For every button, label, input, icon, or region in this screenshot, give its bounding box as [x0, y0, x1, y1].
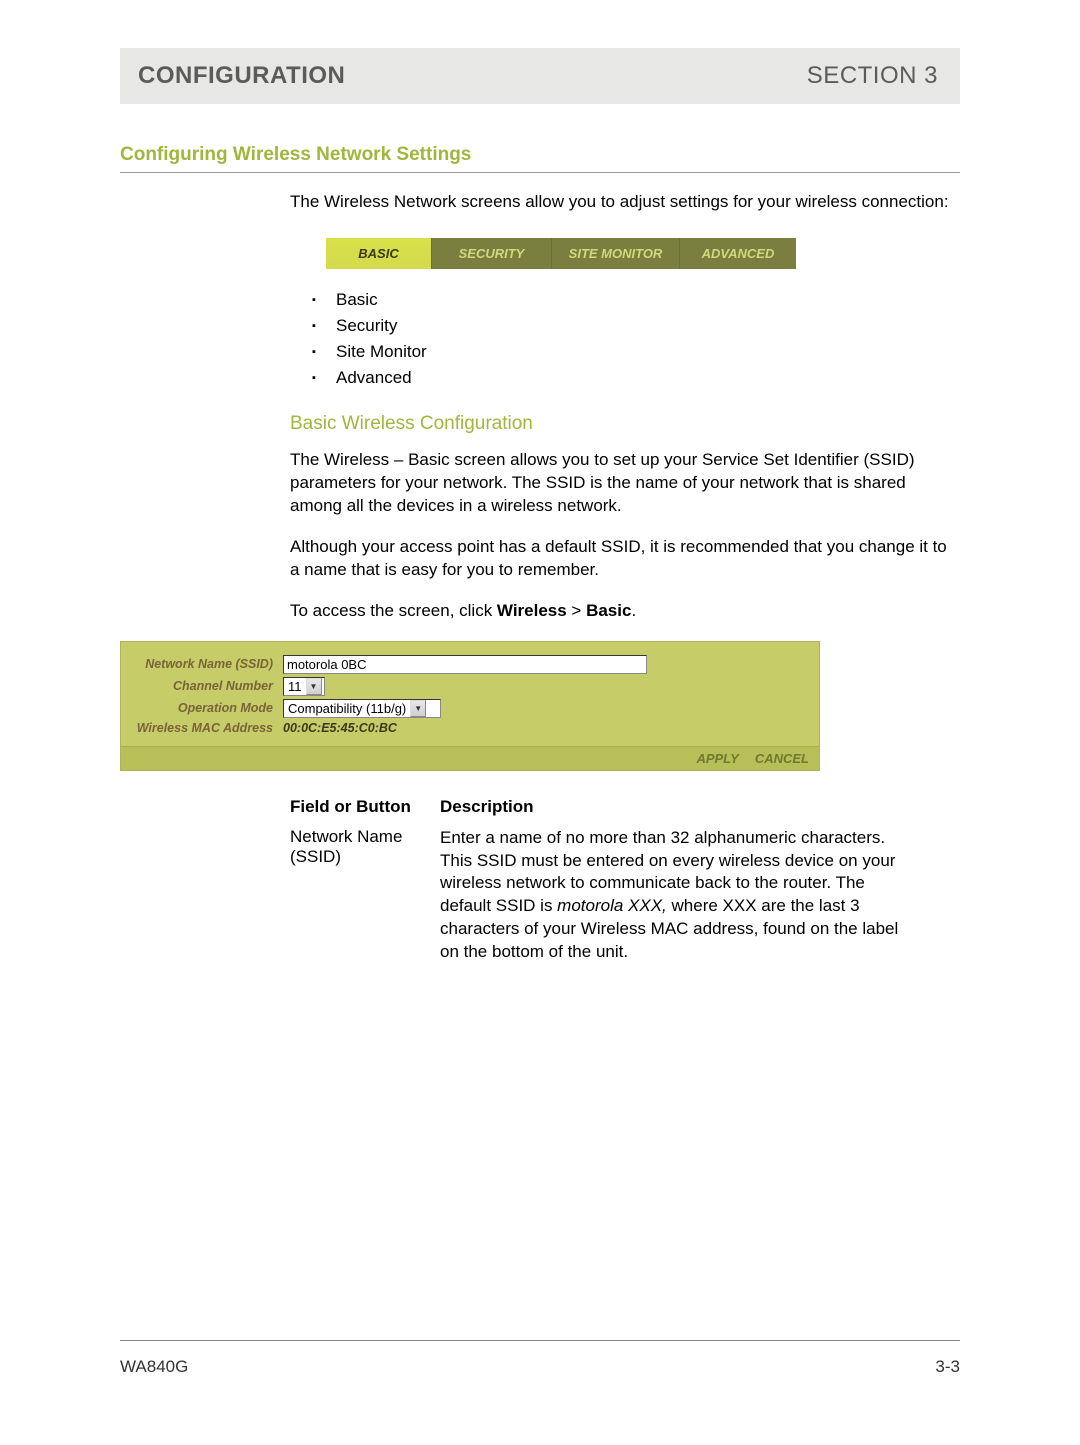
section-body: The Wireless Network screens allow you t… [290, 191, 960, 623]
channel-select[interactable]: 11 ▼ [283, 677, 325, 696]
para-default-ssid: Although your access point has a default… [290, 536, 960, 582]
ssid-label: Network Name (SSID) [133, 657, 283, 671]
apply-button[interactable]: APPLY [696, 751, 738, 766]
section-title: Configuring Wireless Network Settings [120, 144, 960, 173]
field-description-table: Field or Button Description Network Name… [290, 797, 960, 965]
row-field-name: Network Name (SSID) [290, 827, 440, 965]
para-ssid-desc: The Wireless – Basic screen allows you t… [290, 449, 960, 518]
ssid-input[interactable] [283, 655, 647, 674]
header-title: CONFIGURATION [138, 62, 345, 90]
footer-model: WA840G [120, 1357, 188, 1377]
tab-advanced[interactable]: ADVANCED [680, 238, 796, 269]
footer-page-number: 3-3 [935, 1357, 960, 1377]
tab-bullet-list: Basic Security Site Monitor Advanced [312, 287, 960, 391]
mode-select[interactable]: Compatibility (11b/g) ▼ [283, 699, 441, 718]
col-header-desc: Description [440, 797, 910, 817]
bullet-security: Security [312, 313, 960, 339]
tab-bar-screenshot: BASIC SECURITY SITE MONITOR ADVANCED [326, 238, 796, 269]
col-header-field: Field or Button [290, 797, 440, 817]
subheading: Basic Wireless Configuration [290, 413, 960, 435]
channel-label: Channel Number [133, 679, 283, 693]
bullet-advanced: Advanced [312, 365, 960, 391]
tab-site-monitor[interactable]: SITE MONITOR [552, 238, 680, 269]
bullet-basic: Basic [312, 287, 960, 313]
mac-value: 00:0C:E5:45:C0:BC [283, 721, 397, 735]
basic-wireless-form: Network Name (SSID) Channel Number 11 ▼ … [120, 641, 820, 771]
header-section: SECTION 3 [807, 62, 938, 90]
chevron-down-icon: ▼ [306, 678, 322, 695]
tab-security[interactable]: SECURITY [432, 238, 552, 269]
mode-label: Operation Mode [133, 701, 283, 715]
cancel-button[interactable]: CANCEL [755, 751, 809, 766]
chevron-down-icon: ▼ [410, 700, 426, 717]
para-access: To access the screen, click Wireless > B… [290, 600, 960, 623]
page-header: CONFIGURATION SECTION 3 [120, 48, 960, 104]
page-footer: WA840G 3-3 [120, 1340, 960, 1377]
tab-basic[interactable]: BASIC [326, 238, 432, 269]
row-field-desc: Enter a name of no more than 32 alphanum… [440, 827, 920, 965]
intro-paragraph: The Wireless Network screens allow you t… [290, 191, 960, 214]
mac-label: Wireless MAC Address [133, 721, 283, 735]
bullet-site-monitor: Site Monitor [312, 339, 960, 365]
page-content: Configuring Wireless Network Settings Th… [120, 144, 960, 964]
